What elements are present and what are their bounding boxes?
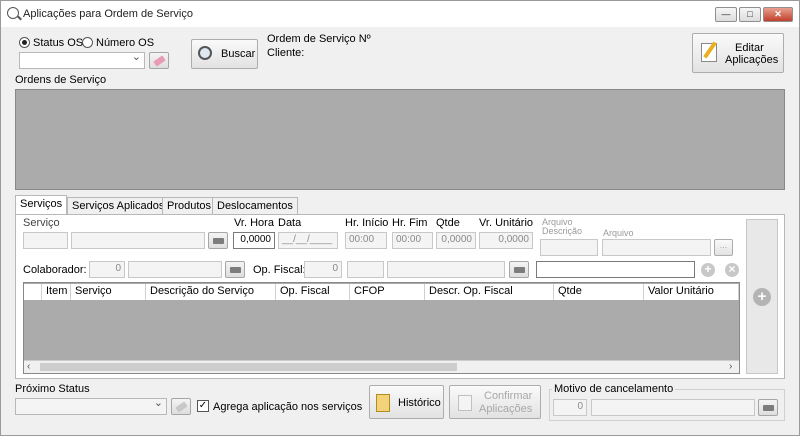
colaborador-lookup-button[interactable] [225, 261, 245, 278]
status-os-label: Status OS [33, 37, 84, 49]
grid-col-item[interactable]: Item [42, 284, 71, 300]
hr-inicio-field[interactable]: 00:00 [345, 232, 387, 249]
motivo-lookup-button[interactable] [758, 399, 778, 416]
numero-os-label: Número OS [96, 37, 155, 49]
historico-button[interactable]: Histórico [369, 385, 444, 419]
motivo-label: Motivo de cancelamento [552, 383, 676, 395]
op-fiscal-lookup-button[interactable] [509, 261, 529, 278]
grid-col-op-fiscal[interactable]: Op. Fiscal [276, 284, 350, 300]
tab-servicos[interactable]: Serviços [15, 195, 68, 215]
servico-label: Serviço [23, 217, 60, 229]
grid-col-cfop[interactable]: CFOP [350, 284, 425, 300]
data-label: Data [278, 217, 302, 229]
op-fiscal-code-field[interactable]: 0 [304, 261, 342, 278]
minimize-button[interactable]: — [715, 7, 737, 22]
vr-hora-field[interactable]: 0,0000 [233, 232, 275, 249]
motivo-code-field[interactable]: 0 [553, 399, 587, 416]
close-button[interactable]: ✕ [763, 7, 793, 22]
binoculars-icon [230, 267, 241, 273]
colaborador-code-field[interactable]: 0 [89, 261, 125, 278]
edit-document-icon [701, 41, 717, 62]
pencil-icon [703, 41, 717, 59]
grid-col-qtde[interactable]: Qtde [554, 284, 644, 300]
plus-icon: + [753, 288, 771, 306]
confirm-document-icon [458, 395, 472, 411]
cliente-label: Cliente: [267, 47, 305, 59]
op-fiscal-label: Op. Fiscal: [253, 264, 306, 276]
aplicacoes-label: Aplicações [725, 54, 779, 66]
grid-col-descricao[interactable]: Descrição do Serviço [146, 284, 276, 300]
eraser-icon [153, 55, 166, 67]
binoculars-icon [213, 238, 224, 244]
binoculars-icon [514, 267, 525, 273]
eraser-button[interactable] [149, 52, 169, 69]
arquivo-label: Arquivo [603, 228, 634, 238]
scroll-left-icon[interactable]: ‹ [27, 361, 30, 372]
colaborador-name-field[interactable] [128, 261, 222, 278]
op-fiscal-desc-field[interactable] [387, 261, 505, 278]
scroll-thumb[interactable] [40, 363, 457, 371]
scroll-history-icon [376, 394, 390, 412]
pencil-disabled-icon [175, 401, 188, 413]
search-app-icon [7, 7, 19, 19]
qtde-label: Qtde [436, 217, 460, 229]
arquivo-browse-button[interactable]: ... [714, 239, 733, 256]
horizontal-scrollbar[interactable]: ‹ › [24, 360, 739, 373]
ordem-servico-number-label: Ordem de Serviço Nº [267, 33, 371, 45]
proximo-status-edit-button[interactable] [171, 398, 191, 415]
grid-row-header [24, 284, 42, 300]
servico-lookup-button[interactable] [208, 232, 228, 249]
historico-label: Histórico [398, 397, 441, 409]
editar-aplicacoes-button[interactable]: Editar Aplicações [692, 33, 784, 73]
numero-os-radio[interactable] [82, 37, 93, 48]
qtde-field[interactable]: 0,0000 [436, 232, 476, 249]
confirmar-aplicacoes-label: Aplicações [479, 403, 533, 415]
tab-produtos[interactable]: Produtos [162, 197, 217, 214]
confirmar-aplicacoes-button[interactable]: Confirmar Aplicações [449, 385, 541, 419]
vr-unitario-label: Vr. Unitário [479, 217, 534, 229]
proximo-status-label: Próximo Status [15, 383, 90, 395]
status-os-select[interactable] [19, 50, 145, 69]
tab-deslocamentos[interactable]: Deslocamentos [212, 197, 298, 214]
ordens-servico-label: Ordens de Serviço [15, 74, 107, 86]
servico-code-field[interactable] [23, 232, 68, 249]
window-title: Aplicações para Ordem de Serviço [23, 8, 193, 20]
proximo-status-select[interactable] [15, 396, 167, 415]
agrega-label: Agrega aplicação nos serviços [213, 401, 363, 413]
vr-unitario-field[interactable]: 0,0000 [479, 232, 533, 249]
ordens-servico-grid[interactable] [15, 89, 785, 190]
servico-desc-field[interactable] [71, 232, 205, 249]
arquivo-descricao-field[interactable] [540, 239, 598, 256]
buscar-button[interactable]: Buscar [191, 39, 258, 69]
tab-servicos-aplicados[interactable]: Serviços Aplicados [67, 197, 170, 214]
maximize-button[interactable]: □ [739, 7, 761, 22]
agrega-checkbox[interactable]: ✓ [197, 400, 209, 412]
status-os-radio[interactable] [19, 37, 30, 48]
binoculars-icon [763, 405, 774, 411]
colaborador-label: Colaborador: [23, 264, 87, 276]
data-field[interactable]: __/__/____ [278, 232, 338, 249]
magnifier-icon [198, 46, 212, 60]
hr-fim-field[interactable]: 00:00 [392, 232, 433, 249]
hr-inicio-label: Hr. Início [345, 217, 389, 229]
vr-hora-label: Vr. Hora [234, 217, 274, 229]
descricao-label: Descrição [542, 226, 583, 236]
grid-col-valor-unitario[interactable]: Valor Unitário [644, 284, 739, 300]
arquivo-path-field[interactable] [602, 239, 711, 256]
hr-fim-label: Hr. Fim [392, 217, 428, 229]
grid-col-descr-op-fiscal[interactable]: Descr. Op. Fiscal [425, 284, 554, 300]
remove-small-icon[interactable]: × [725, 263, 739, 277]
scroll-right-icon[interactable]: › [729, 361, 732, 372]
op-fiscal-cfop-field[interactable] [347, 261, 384, 278]
editar-label: Editar [735, 42, 764, 54]
buscar-label: Buscar [221, 48, 256, 60]
confirmar-label: Confirmar [484, 390, 533, 402]
add-small-icon[interactable]: + [701, 263, 715, 277]
grid-col-servico[interactable]: Serviço [71, 284, 146, 300]
motivo-desc-field[interactable] [591, 399, 755, 416]
title-bar: Aplicações para Ordem de Serviço — □ ✕ [1, 1, 799, 27]
extra-input[interactable] [536, 261, 695, 278]
add-servico-button[interactable]: + [746, 219, 778, 374]
main-window: Aplicações para Ordem de Serviço — □ ✕ S… [0, 0, 800, 436]
